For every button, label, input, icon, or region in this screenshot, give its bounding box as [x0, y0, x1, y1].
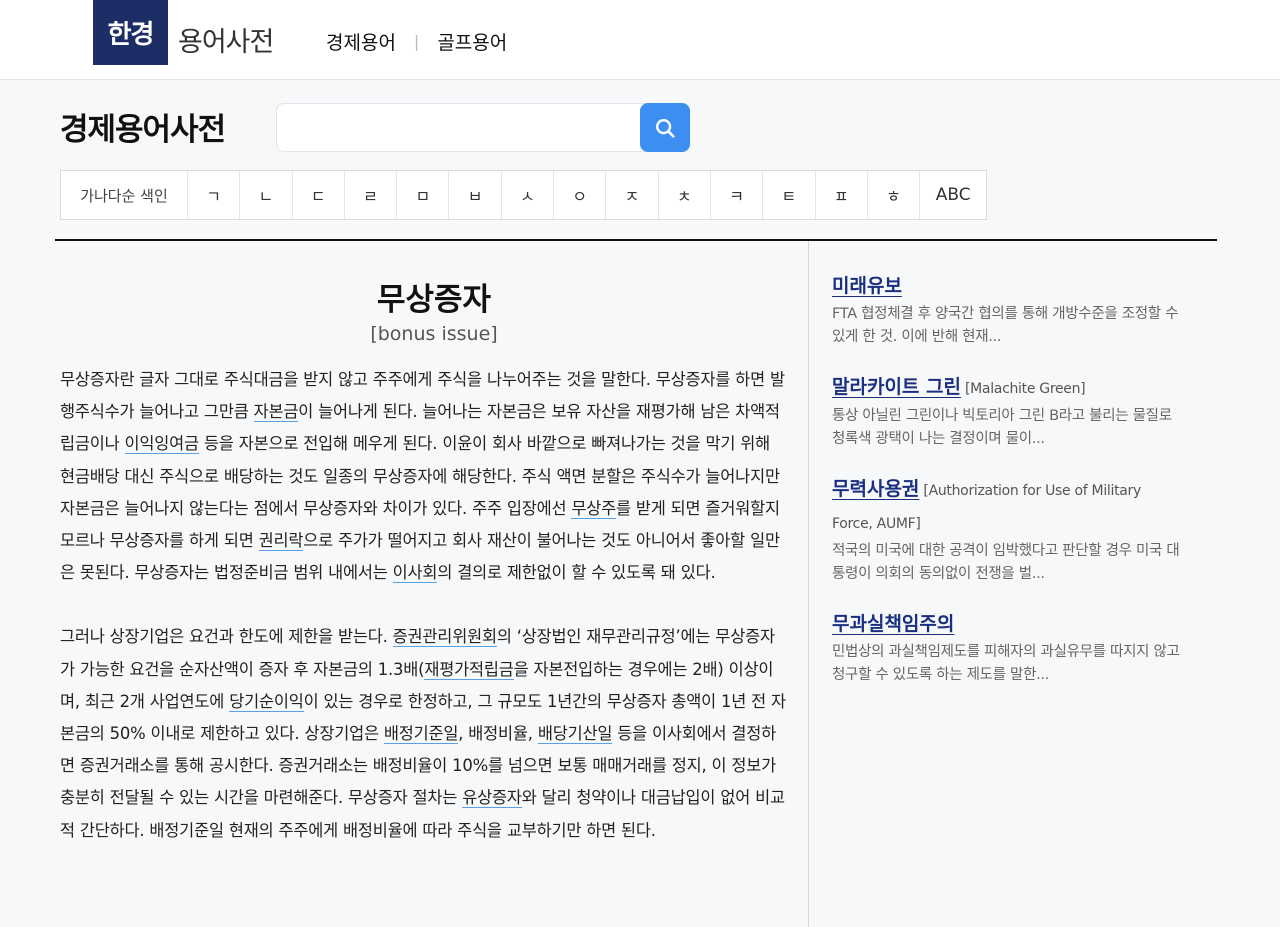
top-header: 한경 용어사전 경제용어 | 골프용어: [0, 0, 1280, 80]
dictionary-title: 경제용어사전: [60, 112, 226, 148]
index-letter[interactable]: ㅇ: [553, 171, 605, 219]
nav-economic-terms[interactable]: 경제용어: [326, 28, 396, 55]
term-article: 무상증자란 글자 그대로 주식대금을 받지 않고 주주에게 주식을 나누어주는 …: [60, 364, 788, 847]
index-letter[interactable]: ㅌ: [762, 171, 814, 219]
logo-mark[interactable]: 한경: [93, 0, 168, 65]
logo-text[interactable]: 용어사전: [178, 20, 274, 59]
related-term-head: 무과실책임주의: [832, 608, 1180, 641]
related-term-item: 말라카이트 그린 [Malachite Green] 통상 아닐린 그린이나 빅토리…: [832, 371, 1180, 451]
index-letter[interactable]: ㄴ: [239, 171, 291, 219]
index-letter[interactable]: ㄹ: [343, 171, 396, 219]
index-letter[interactable]: ㅅ: [500, 171, 553, 219]
alphabet-index: 가나다순 색인 ㄱㄴㄷㄹㅁㅂㅅㅇㅈㅊㅋㅌㅍㅎ ABC: [60, 170, 988, 220]
index-letter[interactable]: ㄱ: [187, 171, 239, 219]
term-link[interactable]: 자본금: [253, 402, 298, 423]
term-link[interactable]: 이익잉여금: [124, 434, 199, 455]
search-button[interactable]: [640, 103, 690, 152]
term-link[interactable]: 유상증자: [462, 788, 522, 809]
related-terms: 미래유보 FTA 협정체결 후 양국간 협의를 통해 개방수준을 조정할 수 있게…: [832, 270, 1180, 709]
related-term-english: [Malachite Green]: [964, 381, 1086, 397]
index-letter[interactable]: ㄷ: [291, 171, 344, 219]
term-link[interactable]: 권리락: [258, 531, 303, 552]
term-link[interactable]: 당기순이익: [229, 691, 304, 712]
search-input[interactable]: [287, 110, 637, 146]
related-term-description: FTA 협정체결 후 양국간 협의를 통해 개방수준을 조정할 수 있게 한 것…: [832, 306, 1179, 345]
term-link[interactable]: 증권관리위원회: [392, 627, 497, 648]
related-term-title[interactable]: 말라카이트 그린: [832, 376, 961, 398]
term-link[interactable]: 이사회: [392, 563, 438, 584]
index-letter[interactable]: ㅈ: [605, 171, 657, 219]
term-link[interactable]: 재평가적립금: [424, 659, 514, 680]
index-letter[interactable]: ㅋ: [709, 171, 762, 219]
related-term-head: 무력사용권 [Authorization for Use of Military …: [832, 473, 1180, 540]
term-english: [bonus issue]: [370, 323, 498, 345]
related-term-item: 무력사용권 [Authorization for Use of Military …: [832, 473, 1180, 586]
index-label: 가나다순 색인: [80, 186, 168, 205]
article-text: , 배정비율,: [458, 724, 538, 744]
nav-separator: |: [413, 32, 420, 51]
related-term-description: 적국의 미국에 대한 공격이 임박했다고 판단할 경우 미국 대통령이 의회의 …: [832, 543, 1180, 582]
index-letter[interactable]: ㅎ: [866, 171, 919, 219]
related-term-title[interactable]: 무력사용권: [832, 478, 919, 500]
term-link[interactable]: 무상주: [571, 498, 616, 519]
index-letter[interactable]: ㅍ: [814, 171, 867, 219]
related-term-head: 미래유보: [832, 270, 1180, 303]
related-term-description: 통상 아닐린 그린이나 빅토리아 그린 B라고 불리는 물질로 청록색 광택이 …: [832, 408, 1172, 447]
nav-golf-terms[interactable]: 골프용어: [437, 28, 507, 55]
index-abc[interactable]: ABC: [919, 171, 986, 219]
top-nav: 경제용어 | 골프용어: [326, 28, 507, 55]
index-letter[interactable]: ㅊ: [657, 171, 710, 219]
content-divider: [55, 239, 1217, 241]
article-text: 의 결의로 제한없이 할 수 있도록 돼 있다.: [437, 563, 716, 583]
search-icon: [656, 118, 675, 138]
article-paragraph-2: 그러나 상장기업은 요건과 한도에 제한을 받는다. 증권관리위원회의 ‘상장법…: [60, 621, 788, 846]
article-text: 그러나 상장기업은 요건과 한도에 제한을 받는다.: [60, 627, 393, 647]
related-term-item: 무과실책임주의민법상의 과실책임제도를 피해자의 과실유무를 따지지 않고 청구…: [832, 608, 1180, 687]
column-divider: [808, 241, 809, 927]
term-title: 무상증자: [376, 282, 492, 318]
related-term-title[interactable]: 무과실책임주의: [832, 613, 954, 635]
related-term-title[interactable]: 미래유보: [832, 275, 902, 297]
article-paragraph-1: 무상증자란 글자 그대로 주식대금을 받지 않고 주주에게 주식을 나누어주는 …: [60, 364, 788, 589]
term-link[interactable]: 배당기산일: [537, 724, 612, 745]
search-box: [276, 103, 690, 152]
term-link[interactable]: 배정기준일: [383, 724, 458, 745]
index-letter[interactable]: ㅂ: [448, 171, 500, 219]
related-term-description: 민법상의 과실책임제도를 피해자의 과실유무를 따지지 않고 청구할 수 있도록…: [832, 644, 1180, 683]
index-letter[interactable]: ㅁ: [396, 171, 448, 219]
related-term-item: 미래유보 FTA 협정체결 후 양국간 협의를 통해 개방수준을 조정할 수 있게…: [832, 270, 1180, 349]
related-term-head: 말라카이트 그린 [Malachite Green]: [832, 371, 1180, 405]
